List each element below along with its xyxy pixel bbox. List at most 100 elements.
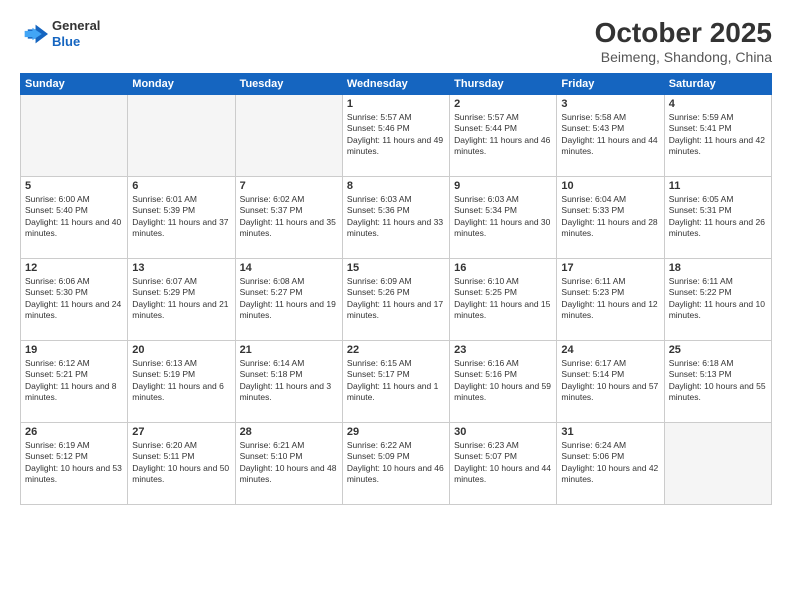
day-number: 24 [561, 344, 659, 356]
day-number: 26 [25, 426, 123, 438]
title-block: October 2025 Beimeng, Shandong, China [595, 18, 772, 65]
calendar-cell [664, 422, 771, 504]
header-thursday: Thursday [450, 73, 557, 94]
day-number: 10 [561, 180, 659, 192]
calendar-cell: 20 Sunrise: 6:13 AMSunset: 5:19 PMDayligh… [128, 340, 235, 422]
day-info: Sunrise: 6:16 AMSunset: 5:16 PMDaylight:… [454, 358, 552, 404]
calendar-cell: 26 Sunrise: 6:19 AMSunset: 5:12 PMDayligh… [21, 422, 128, 504]
day-info: Sunrise: 5:57 AMSunset: 5:44 PMDaylight:… [454, 112, 552, 158]
day-number: 6 [132, 180, 230, 192]
day-number: 29 [347, 426, 445, 438]
day-number: 21 [240, 344, 338, 356]
day-number: 28 [240, 426, 338, 438]
day-number: 8 [347, 180, 445, 192]
day-info: Sunrise: 6:03 AMSunset: 5:36 PMDaylight:… [347, 194, 445, 240]
calendar-cell: 16Sunrise: 6:10 AMSunset: 5:25 PMDayligh… [450, 258, 557, 340]
day-info: Sunrise: 5:59 AMSunset: 5:41 PMDaylight:… [669, 112, 767, 158]
day-info: Sunrise: 6:19 AMSunset: 5:12 PMDaylight:… [25, 440, 123, 486]
day-info: Sunrise: 6:11 AMSunset: 5:22 PMDaylight:… [669, 276, 767, 322]
calendar-cell: 17 Sunrise: 6:11 AMSunset: 5:23 PMDayligh… [557, 258, 664, 340]
calendar-cell: 7 Sunrise: 6:02 AMSunset: 5:37 PMDaylight… [235, 176, 342, 258]
calendar-cell: 30 Sunrise: 6:23 AMSunset: 5:07 PMDayligh… [450, 422, 557, 504]
day-info: Sunrise: 6:05 AMSunset: 5:31 PMDaylight:… [669, 194, 767, 240]
day-number: 20 [132, 344, 230, 356]
calendar-cell [128, 94, 235, 176]
logo-text: General Blue [52, 18, 100, 49]
calendar-cell: 6Sunrise: 6:01 AMSunset: 5:39 PMDaylight… [128, 176, 235, 258]
day-number: 3 [561, 98, 659, 110]
day-info: Sunrise: 6:21 AMSunset: 5:10 PMDaylight:… [240, 440, 338, 486]
day-number: 31 [561, 426, 659, 438]
calendar-cell: 2 Sunrise: 5:57 AMSunset: 5:44 PMDaylight… [450, 94, 557, 176]
day-info: Sunrise: 6:22 AMSunset: 5:09 PMDaylight:… [347, 440, 445, 486]
calendar-cell: 27 Sunrise: 6:20 AMSunset: 5:11 PMDayligh… [128, 422, 235, 504]
page: General Blue October 2025 Beimeng, Shand… [0, 0, 792, 612]
day-info: Sunrise: 6:06 AMSunset: 5:30 PMDaylight:… [25, 276, 123, 322]
calendar-cell: 25Sunrise: 6:18 AMSunset: 5:13 PMDayligh… [664, 340, 771, 422]
day-number: 17 [561, 262, 659, 274]
day-number: 14 [240, 262, 338, 274]
calendar-header-row: Sunday Monday Tuesday Wednesday Thursday… [21, 73, 772, 94]
day-number: 22 [347, 344, 445, 356]
calendar-cell: 10 Sunrise: 6:04 AMSunset: 5:33 PMDayligh… [557, 176, 664, 258]
day-info: Sunrise: 6:14 AMSunset: 5:18 PMDaylight:… [240, 358, 338, 404]
calendar-cell: 12 Sunrise: 6:06 AMSunset: 5:30 PMDayligh… [21, 258, 128, 340]
calendar-cell: 19 Sunrise: 6:12 AMSunset: 5:21 PMDayligh… [21, 340, 128, 422]
day-number: 1 [347, 98, 445, 110]
logo-blue: Blue [52, 34, 80, 49]
day-number: 9 [454, 180, 552, 192]
day-info: Sunrise: 6:07 AMSunset: 5:29 PMDaylight:… [132, 276, 230, 322]
day-info: Sunrise: 6:11 AMSunset: 5:23 PMDaylight:… [561, 276, 659, 322]
day-info: Sunrise: 6:09 AMSunset: 5:26 PMDaylight:… [347, 276, 445, 322]
day-info: Sunrise: 6:15 AMSunset: 5:17 PMDaylight:… [347, 358, 445, 404]
day-info: Sunrise: 5:57 AMSunset: 5:46 PMDaylight:… [347, 112, 445, 158]
calendar-cell: 9 Sunrise: 6:03 AMSunset: 5:34 PMDaylight… [450, 176, 557, 258]
calendar-week-2: 12 Sunrise: 6:06 AMSunset: 5:30 PMDayligh… [21, 258, 772, 340]
day-number: 30 [454, 426, 552, 438]
day-info: Sunrise: 6:24 AMSunset: 5:06 PMDaylight:… [561, 440, 659, 486]
calendar-cell: 24 Sunrise: 6:17 AMSunset: 5:14 PMDayligh… [557, 340, 664, 422]
calendar-cell [21, 94, 128, 176]
day-number: 23 [454, 344, 552, 356]
calendar-cell: 28 Sunrise: 6:21 AMSunset: 5:10 PMDayligh… [235, 422, 342, 504]
day-number: 25 [669, 344, 767, 356]
day-info: Sunrise: 6:00 AMSunset: 5:40 PMDaylight:… [25, 194, 123, 240]
calendar-cell: 5 Sunrise: 6:00 AMSunset: 5:40 PMDaylight… [21, 176, 128, 258]
day-info: Sunrise: 6:12 AMSunset: 5:21 PMDaylight:… [25, 358, 123, 404]
day-number: 19 [25, 344, 123, 356]
subtitle: Beimeng, Shandong, China [595, 49, 772, 65]
day-info: Sunrise: 6:10 AMSunset: 5:25 PMDaylight:… [454, 276, 552, 322]
logo: General Blue [20, 18, 100, 49]
day-info: Sunrise: 6:20 AMSunset: 5:11 PMDaylight:… [132, 440, 230, 486]
day-info: Sunrise: 6:04 AMSunset: 5:33 PMDaylight:… [561, 194, 659, 240]
day-number: 12 [25, 262, 123, 274]
day-info: Sunrise: 6:08 AMSunset: 5:27 PMDaylight:… [240, 276, 338, 322]
day-info: Sunrise: 5:58 AMSunset: 5:43 PMDaylight:… [561, 112, 659, 158]
day-number: 7 [240, 180, 338, 192]
calendar-week-4: 26 Sunrise: 6:19 AMSunset: 5:12 PMDayligh… [21, 422, 772, 504]
calendar: Sunday Monday Tuesday Wednesday Thursday… [20, 73, 772, 505]
calendar-cell: 14 Sunrise: 6:08 AMSunset: 5:27 PMDayligh… [235, 258, 342, 340]
day-number: 4 [669, 98, 767, 110]
day-info: Sunrise: 6:03 AMSunset: 5:34 PMDaylight:… [454, 194, 552, 240]
header-saturday: Saturday [664, 73, 771, 94]
day-number: 27 [132, 426, 230, 438]
logo-icon [20, 23, 48, 45]
calendar-cell: 22 Sunrise: 6:15 AMSunset: 5:17 PMDayligh… [342, 340, 449, 422]
calendar-week-3: 19 Sunrise: 6:12 AMSunset: 5:21 PMDayligh… [21, 340, 772, 422]
calendar-cell: 1 Sunrise: 5:57 AMSunset: 5:46 PMDaylight… [342, 94, 449, 176]
calendar-cell: 3 Sunrise: 5:58 AMSunset: 5:43 PMDaylight… [557, 94, 664, 176]
day-number: 2 [454, 98, 552, 110]
day-info: Sunrise: 6:02 AMSunset: 5:37 PMDaylight:… [240, 194, 338, 240]
calendar-cell: 13 Sunrise: 6:07 AMSunset: 5:29 PMDayligh… [128, 258, 235, 340]
header-friday: Friday [557, 73, 664, 94]
day-number: 13 [132, 262, 230, 274]
day-info: Sunrise: 6:23 AMSunset: 5:07 PMDaylight:… [454, 440, 552, 486]
calendar-cell: 11Sunrise: 6:05 AMSunset: 5:31 PMDayligh… [664, 176, 771, 258]
day-number: 5 [25, 180, 123, 192]
calendar-week-1: 5 Sunrise: 6:00 AMSunset: 5:40 PMDaylight… [21, 176, 772, 258]
day-number: 18 [669, 262, 767, 274]
day-info: Sunrise: 6:13 AMSunset: 5:19 PMDaylight:… [132, 358, 230, 404]
header-monday: Monday [128, 73, 235, 94]
day-info: Sunrise: 6:17 AMSunset: 5:14 PMDaylight:… [561, 358, 659, 404]
